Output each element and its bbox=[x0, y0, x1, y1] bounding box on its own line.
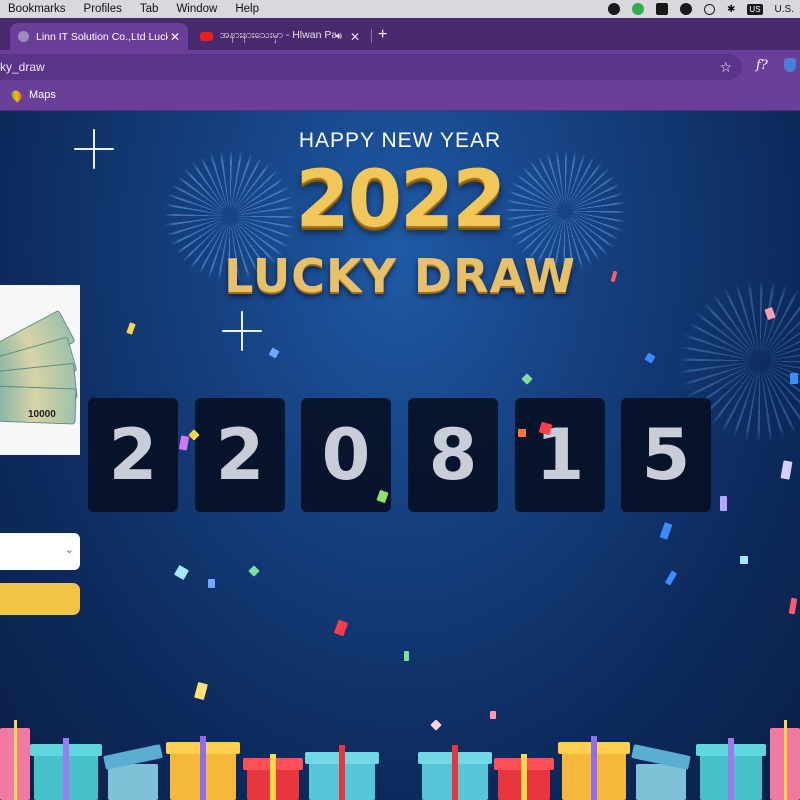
year-text: 2022 bbox=[295, 155, 506, 245]
lucky-draw-page: HAPPY NEW YEAR 2022 LUCKY DRAW 10000 ⌄ 2… bbox=[0, 111, 800, 800]
shield-extension-icon[interactable] bbox=[784, 58, 796, 72]
menu-help[interactable]: Help bbox=[235, 3, 259, 15]
tab-title: Linn IT Solution Co.,Ltd Lucky bbox=[36, 30, 168, 43]
tab-title: အနားနားသေးမှာ - Hlwan Pa bbox=[220, 29, 336, 41]
confetti bbox=[430, 719, 442, 731]
draw-button[interactable] bbox=[0, 583, 80, 615]
formula-extension-icon[interactable]: f? bbox=[756, 58, 768, 73]
lucky-draw-title: LUCKY DRAW bbox=[224, 249, 576, 303]
gift-box bbox=[103, 744, 163, 800]
send-icon[interactable] bbox=[680, 3, 693, 15]
digit-box: 2 bbox=[88, 398, 178, 512]
confetti bbox=[720, 496, 727, 511]
bookmark-maps[interactable]: Maps bbox=[9, 87, 56, 103]
google-maps-icon bbox=[9, 87, 24, 103]
tab-youtube[interactable]: အနားနားသေးမှာ - Hlwan Pa 🔊︎ ✕ bbox=[192, 23, 368, 50]
address-url: ky_draw bbox=[0, 60, 45, 74]
confetti bbox=[173, 564, 190, 581]
youtube-icon bbox=[200, 32, 213, 41]
gift-box bbox=[494, 754, 554, 800]
confetti bbox=[780, 460, 793, 480]
gift-box bbox=[305, 745, 379, 800]
confetti bbox=[178, 435, 190, 451]
input-source-flag[interactable]: US bbox=[747, 3, 763, 15]
confetti bbox=[248, 565, 260, 577]
app-h-icon[interactable] bbox=[656, 3, 669, 15]
prize-select[interactable]: ⌄ bbox=[0, 533, 80, 570]
confetti bbox=[126, 322, 136, 335]
tab-lucky-draw[interactable]: Linn IT Solution Co.,Ltd Lucky ✕ bbox=[10, 23, 188, 50]
status-tray: ✱ US U.S. bbox=[608, 0, 794, 18]
confetti bbox=[333, 619, 349, 637]
play-icon[interactable] bbox=[704, 3, 716, 15]
menu-bookmarks[interactable]: Bookmarks bbox=[8, 3, 66, 15]
digit-box: 1 bbox=[515, 398, 605, 512]
digit-box: 5 bbox=[621, 398, 711, 512]
menu-bar: Bookmarks Profiles Tab Window Help ✱ US … bbox=[0, 0, 800, 18]
gift-box bbox=[696, 738, 766, 800]
gift-box bbox=[0, 720, 30, 800]
gift-box bbox=[770, 720, 800, 800]
new-tab-button[interactable]: + bbox=[378, 26, 387, 44]
digit-box: 8 bbox=[408, 398, 498, 512]
gift-box bbox=[166, 736, 240, 800]
confetti bbox=[659, 522, 673, 540]
menu-profiles[interactable]: Profiles bbox=[84, 3, 122, 15]
confetti bbox=[404, 651, 409, 661]
viber-icon[interactable] bbox=[608, 3, 621, 15]
digit-box: 2 bbox=[195, 398, 285, 512]
confetti bbox=[208, 579, 215, 588]
app-n-icon[interactable] bbox=[632, 3, 645, 15]
browser-toolbar: ky_draw ☆ f? bbox=[0, 50, 800, 83]
gift-box bbox=[243, 754, 303, 800]
confetti bbox=[194, 681, 208, 701]
tab-separator bbox=[371, 29, 372, 43]
prize-amount: 10000 bbox=[28, 409, 56, 420]
prize-image: 10000 bbox=[0, 285, 80, 455]
input-source-label[interactable]: U.S. bbox=[775, 4, 794, 15]
confetti bbox=[790, 373, 798, 384]
globe-icon bbox=[18, 31, 29, 42]
close-icon[interactable]: ✕ bbox=[348, 30, 362, 44]
confetti bbox=[788, 597, 798, 615]
confetti bbox=[644, 352, 656, 364]
confetti bbox=[490, 711, 496, 719]
gift-box bbox=[30, 738, 102, 800]
speaker-icon[interactable]: 🔊︎ bbox=[336, 31, 342, 42]
confetti bbox=[664, 570, 678, 586]
bluetooth-icon[interactable]: ✱ bbox=[727, 4, 735, 15]
close-icon[interactable]: ✕ bbox=[168, 30, 182, 44]
confetti bbox=[521, 373, 533, 385]
chevron-down-icon: ⌄ bbox=[64, 544, 74, 556]
gift-box bbox=[418, 745, 492, 800]
gift-box bbox=[558, 736, 630, 800]
address-bar[interactable]: ky_draw ☆ bbox=[0, 54, 742, 80]
bookmark-star-icon[interactable]: ☆ bbox=[719, 54, 732, 80]
confetti bbox=[518, 429, 526, 437]
sparkle-decoration bbox=[222, 311, 262, 351]
confetti bbox=[268, 347, 280, 359]
greeting-text: HAPPY NEW YEAR bbox=[298, 129, 502, 152]
menu-window[interactable]: Window bbox=[176, 3, 217, 15]
gift-box bbox=[631, 744, 691, 800]
menu-tab[interactable]: Tab bbox=[140, 3, 159, 15]
confetti bbox=[740, 556, 748, 564]
tab-strip: Linn IT Solution Co.,Ltd Lucky ✕ အနားနား… bbox=[0, 18, 800, 50]
bookmark-label: Maps bbox=[29, 89, 56, 101]
bookmarks-bar: Maps bbox=[0, 83, 800, 111]
